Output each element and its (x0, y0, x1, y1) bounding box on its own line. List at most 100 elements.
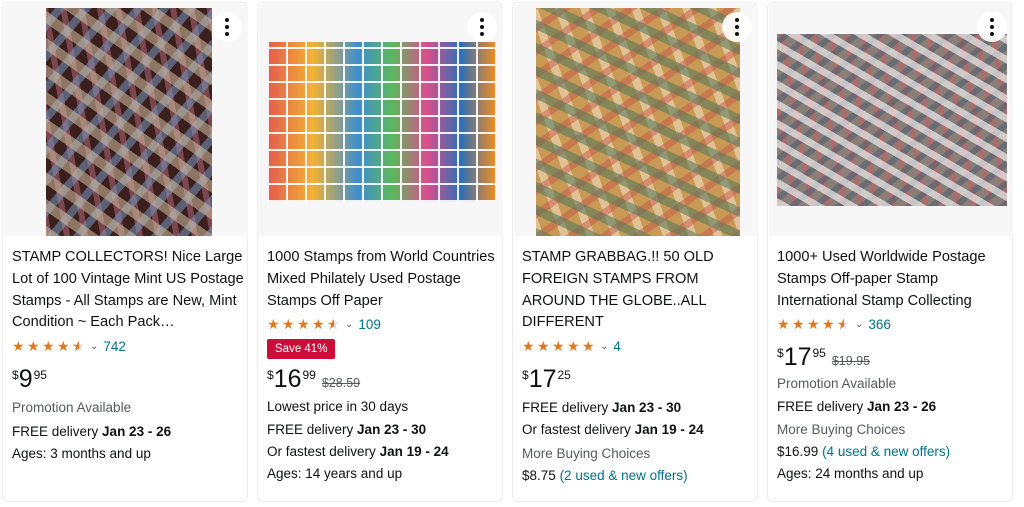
list-price: $28.59 (321, 376, 361, 391)
review-count-link[interactable]: 109 (358, 317, 381, 332)
price[interactable]: $ 17 95 $19.95 (777, 343, 1009, 373)
price-whole: 9 (18, 365, 33, 394)
fastest-delivery-info: Or fastest delivery Jan 19 - 24 (267, 441, 499, 463)
price-whole: 17 (783, 343, 812, 372)
delivery-dates: Jan 23 - 26 (867, 399, 937, 415)
star-rating-icon[interactable]: ★ ★ ★ ★ ★ (522, 339, 596, 353)
deal-badge: Save 41% (267, 339, 336, 360)
fastest-delivery-dates: Jan 19 - 24 (634, 422, 704, 438)
half-star-icon: ★ (327, 317, 341, 331)
price-fraction: 95 (812, 346, 826, 361)
review-count-link[interactable]: 4 (613, 339, 621, 354)
rating-row[interactable]: ★★★★★ ⌄ 109 (267, 313, 499, 335)
product-image[interactable] (259, 4, 503, 236)
product-title[interactable]: 1000 Stamps from World Countries Mixed P… (267, 247, 499, 312)
list-price: $19.95 (831, 354, 871, 369)
offer-price: $16.99 (777, 444, 819, 460)
product-image[interactable] (4, 4, 248, 236)
stamp-collection-image[interactable] (777, 34, 1007, 206)
more-options-icon[interactable] (722, 12, 752, 42)
star-icon: ★ (807, 316, 820, 333)
price[interactable]: $ 17 25 (522, 365, 754, 395)
lowest-price-note: Lowest price in 30 days (267, 399, 409, 415)
price-whole: 17 (528, 365, 557, 394)
star-icon: ★ (567, 338, 580, 355)
price-currency: $ (777, 346, 784, 361)
price-fraction: 95 (33, 368, 47, 383)
star-icon: ★ (552, 338, 565, 355)
product-title[interactable]: STAMP COLLECTORS! Nice Large Lot of 100 … (12, 247, 244, 334)
stamp-collection-image[interactable] (46, 8, 212, 236)
product-image[interactable] (769, 4, 1013, 236)
promotion-text: Promotion Available (777, 376, 897, 392)
star-rating-icon[interactable]: ★ ★ ★ ★ ★ (777, 317, 851, 331)
more-buying-choices: More Buying Choices (777, 422, 906, 438)
star-icon: ★ (27, 338, 40, 355)
price-fraction: 25 (557, 368, 571, 383)
other-offers: $16.99 (4 used & new offers) (777, 441, 1009, 463)
delivery-info: FREE delivery Jan 23 - 26 (777, 396, 1009, 418)
price-fraction: 99 (302, 368, 316, 383)
delivery-label: FREE delivery (522, 400, 609, 416)
promotion-text: Promotion Available (12, 400, 132, 416)
chevron-down-icon[interactable]: ⌄ (600, 341, 608, 352)
used-new-offers-link[interactable]: (4 used & new offers) (822, 444, 950, 459)
product-card[interactable]: STAMP COLLECTORS! Nice Large Lot of 100 … (2, 2, 248, 502)
delivery-info: FREE delivery Jan 23 - 30 (522, 397, 754, 419)
other-offers: $8.75 (2 used & new offers) (522, 465, 754, 487)
rating-row[interactable]: ★★★★★ ⌄ 366 (777, 313, 1009, 335)
more-options-icon[interactable] (467, 12, 497, 42)
review-count-link[interactable]: 742 (103, 339, 126, 354)
half-star-icon: ★ (837, 317, 851, 331)
delivery-dates: Jan 23 - 26 (102, 424, 172, 440)
age-range: Ages: 24 months and up (777, 466, 924, 482)
price[interactable]: $ 9 95 (12, 365, 244, 395)
delivery-dates: Jan 23 - 30 (612, 400, 682, 416)
star-icon: ★ (57, 338, 70, 355)
price[interactable]: $ 16 99 $28.59 (267, 365, 499, 395)
rating-row[interactable]: ★ ★ ★ ★ ★ ⌄ 4 (522, 335, 754, 357)
chevron-down-icon[interactable]: ⌄ (90, 341, 98, 352)
star-icon: ★ (777, 316, 790, 333)
fastest-delivery-dates: Jan 19 - 24 (379, 444, 449, 460)
product-title[interactable]: STAMP GRABBAG.!! 50 OLD FOREIGN STAMPS F… (522, 247, 754, 334)
delivery-dates: Jan 23 - 30 (357, 422, 427, 438)
product-title[interactable]: 1000+ Used Worldwide Postage Stamps Off-… (777, 247, 1009, 312)
star-rating-icon[interactable]: ★ ★ ★ ★ ★ (12, 339, 86, 353)
delivery-label: FREE delivery (777, 399, 864, 415)
product-card[interactable]: 1000 Stamps from World Countries Mixed P… (257, 2, 503, 502)
product-card[interactable]: STAMP GRABBAG.!! 50 OLD FOREIGN STAMPS F… (512, 2, 758, 502)
more-buying-choices: More Buying Choices (522, 446, 651, 462)
more-options-icon[interactable] (977, 12, 1007, 42)
fastest-delivery-label: Or fastest delivery (267, 444, 376, 460)
stamp-collection-image[interactable] (536, 8, 740, 236)
star-icon: ★ (282, 316, 295, 333)
chevron-down-icon[interactable]: ⌄ (345, 319, 353, 330)
star-rating-icon[interactable]: ★ ★ ★ ★ ★ (267, 317, 341, 331)
delivery-info: FREE delivery Jan 23 - 30 (267, 419, 499, 441)
price-whole: 16 (273, 365, 302, 394)
star-icon: ★ (12, 338, 25, 355)
rating-row[interactable]: ★★★★★ ⌄ 742 (12, 335, 244, 357)
price-currency: $ (267, 368, 274, 383)
used-new-offers-link[interactable]: (2 used & new offers) (560, 468, 688, 483)
half-star-icon: ★ (72, 339, 86, 353)
fastest-delivery-info: Or fastest delivery Jan 19 - 24 (522, 419, 754, 441)
more-options-icon[interactable] (212, 12, 242, 42)
star-icon: ★ (297, 316, 310, 333)
star-icon: ★ (42, 338, 55, 355)
product-card[interactable]: 1000+ Used Worldwide Postage Stamps Off-… (767, 2, 1013, 502)
star-icon: ★ (522, 338, 535, 355)
age-range: Ages: 3 months and up (12, 446, 151, 462)
product-image[interactable] (514, 4, 758, 236)
star-icon: ★ (582, 338, 595, 355)
review-count-link[interactable]: 366 (868, 317, 891, 332)
chevron-down-icon[interactable]: ⌄ (855, 319, 863, 330)
age-range: Ages: 14 years and up (267, 466, 403, 482)
stamp-collection-image[interactable] (267, 42, 495, 202)
delivery-label: FREE delivery (267, 422, 354, 438)
product-grid: STAMP COLLECTORS! Nice Large Lot of 100 … (0, 0, 1024, 507)
star-icon: ★ (792, 316, 805, 333)
star-icon: ★ (537, 338, 550, 355)
star-icon: ★ (312, 316, 325, 333)
